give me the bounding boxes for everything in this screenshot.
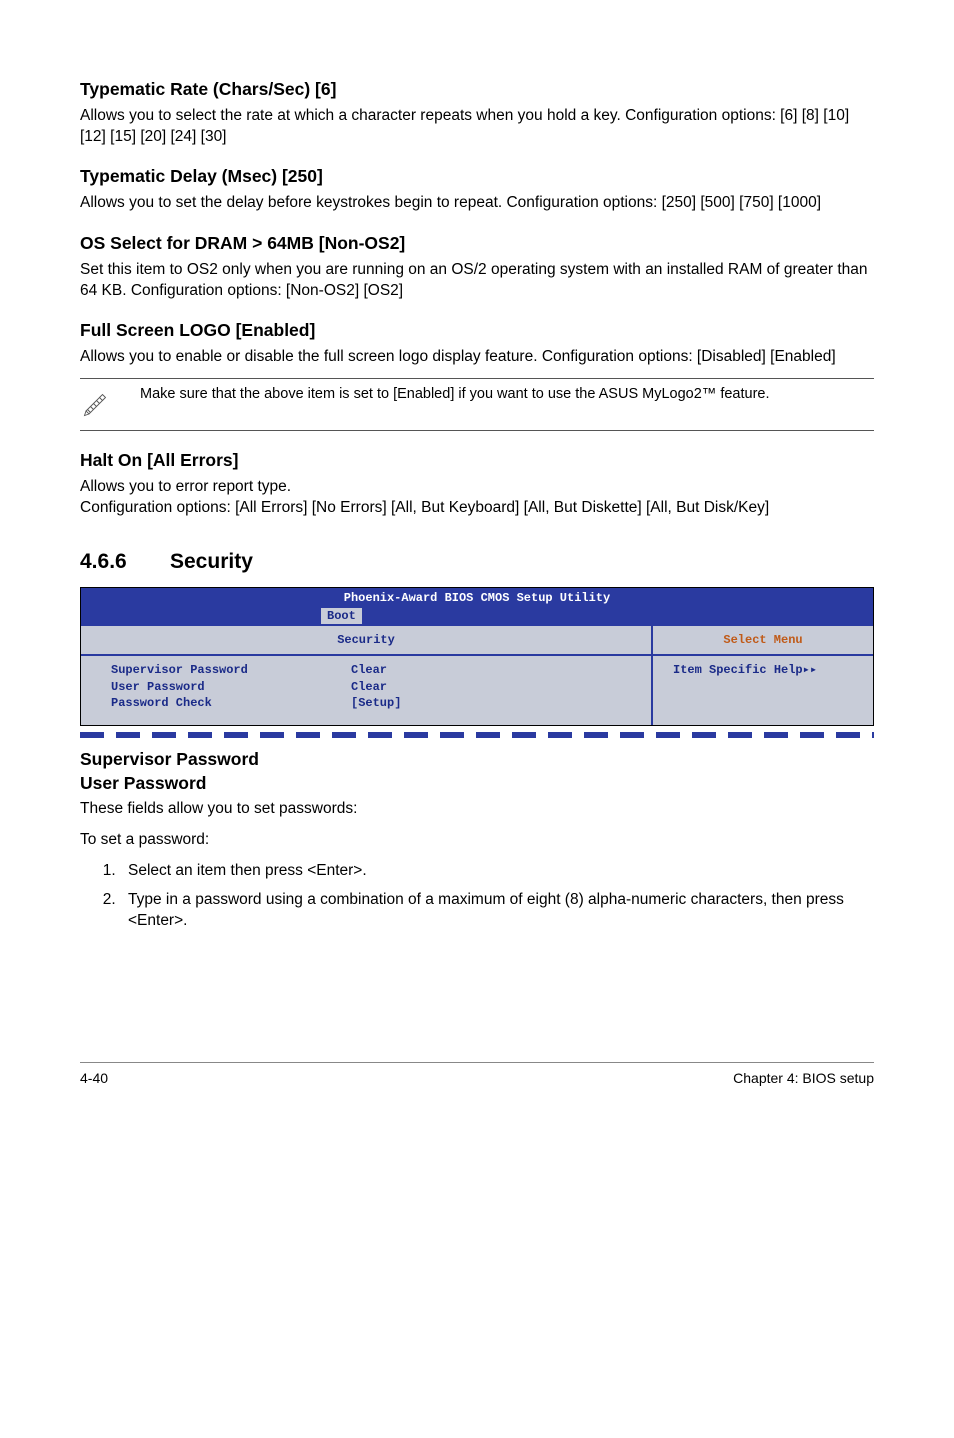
bios-dashed-border — [80, 732, 874, 738]
pencil-icon — [80, 385, 120, 424]
bios-screenshot: Phoenix-Award BIOS CMOS Setup Utility Bo… — [80, 587, 874, 726]
heading-os-select: OS Select for DRAM > 64MB [Non-OS2] — [80, 232, 874, 256]
bios-tab-boot: Boot — [321, 608, 362, 624]
note-row: Make sure that the above item is set to … — [80, 378, 874, 431]
section-heading: 4.6.6Security — [80, 548, 874, 576]
heading-typematic-delay: Typematic Delay (Msec) [250] — [80, 165, 874, 189]
bios-row-label: User Password — [111, 679, 351, 695]
bios-menubar: Boot — [81, 608, 873, 626]
section-title: Security — [170, 550, 253, 573]
body-typematic-rate: Allows you to select the rate at which a… — [80, 106, 874, 148]
bios-left-content: Supervisor Password Clear User Password … — [81, 656, 651, 725]
bios-row: Supervisor Password Clear — [111, 662, 621, 678]
bios-left-header: Security — [81, 626, 651, 656]
bios-title: Phoenix-Award BIOS CMOS Setup Utility — [81, 588, 873, 608]
bios-right-header: Select Menu — [653, 626, 873, 656]
bios-row-value: Clear — [351, 662, 387, 678]
page-footer: 4-40 Chapter 4: BIOS setup — [80, 1062, 874, 1088]
bios-row-value: Clear — [351, 679, 387, 695]
section-number: 4.6.6 — [80, 548, 170, 576]
step-item: Type in a password using a combination o… — [120, 890, 874, 932]
heading-full-screen-logo: Full Screen LOGO [Enabled] — [80, 319, 874, 343]
steps-list: Select an item then press <Enter>. Type … — [80, 861, 874, 932]
body-halt-on-1: Allows you to error report type. — [80, 477, 874, 498]
bios-row: Password Check [Setup] — [111, 695, 621, 711]
bios-row: User Password Clear — [111, 679, 621, 695]
bios-row-label: Supervisor Password — [111, 662, 351, 678]
body-full-screen-logo: Allows you to enable or disable the full… — [80, 347, 874, 368]
body-os-select: Set this item to OS2 only when you are r… — [80, 260, 874, 302]
heading-user-password: User Password — [80, 772, 874, 796]
note-text: Make sure that the above item is set to … — [120, 385, 874, 405]
heading-typematic-rate: Typematic Rate (Chars/Sec) [6] — [80, 78, 874, 102]
heading-supervisor-password: Supervisor Password — [80, 748, 874, 772]
body-halt-on-2: Configuration options: [All Errors] [No … — [80, 498, 874, 519]
footer-chapter: Chapter 4: BIOS setup — [733, 1069, 874, 1088]
footer-page-number: 4-40 — [80, 1069, 108, 1088]
bios-row-label: Password Check — [111, 695, 351, 711]
step-item: Select an item then press <Enter>. — [120, 861, 874, 882]
bios-right-content: Item Specific Help▸▸ — [653, 656, 873, 692]
heading-halt-on: Halt On [All Errors] — [80, 449, 874, 473]
body-typematic-delay: Allows you to set the delay before keyst… — [80, 193, 874, 214]
body-password-intro: These fields allow you to set passwords: — [80, 799, 874, 820]
bios-row-value: [Setup] — [351, 695, 401, 711]
body-to-set: To set a password: — [80, 830, 874, 851]
